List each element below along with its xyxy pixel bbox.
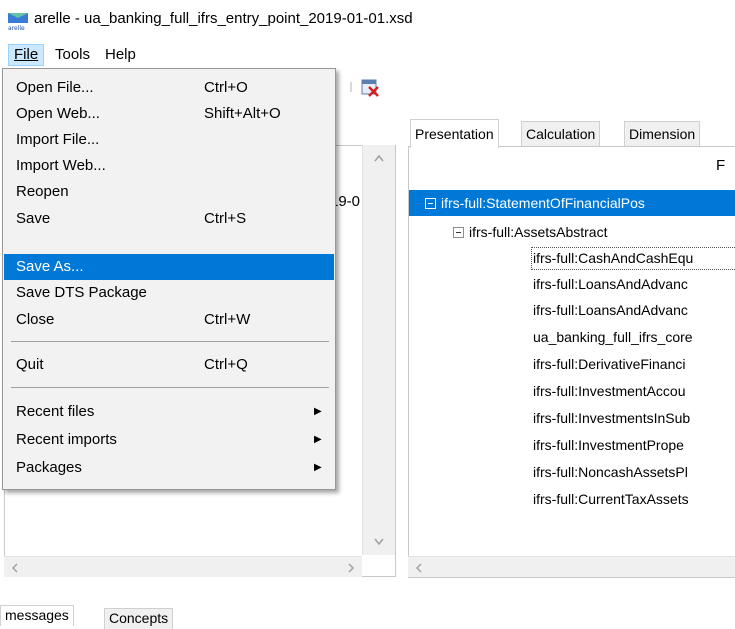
menu-item-shortcut: Ctrl+O — [204, 79, 248, 96]
tree-row-label: ifrs-full:InvestmentsInSub — [533, 410, 691, 426]
menu-item-reopen[interactable]: Reopen — [4, 179, 334, 205]
menu-item-open-file[interactable]: Open File... Ctrl+O — [4, 75, 334, 101]
tree-row-assets-abstract[interactable]: ifrs-full:AssetsAbstract — [409, 219, 735, 245]
tree-row[interactable]: ifrs-full:CurrentTaxAssets — [409, 486, 735, 512]
right-horizontal-scrollbar[interactable] — [408, 556, 735, 577]
menu-item-shortcut: Ctrl+Q — [204, 356, 248, 373]
menu-item-label: Recent files — [16, 403, 95, 420]
menu-item-import-web[interactable]: Import Web... — [4, 153, 334, 179]
menu-item-shortcut: Ctrl+S — [204, 210, 247, 227]
scroll-up-icon[interactable] — [373, 153, 385, 163]
tree-row[interactable]: ifrs-full:LoansAndAdvanc — [409, 271, 735, 297]
tab-presentation[interactable]: Presentation — [410, 119, 499, 148]
file-menu-dropdown: Open File... Ctrl+O Open Web... Shift+Al… — [2, 68, 336, 490]
tree-row[interactable]: ua_banking_full_ifrs_core — [409, 324, 735, 350]
collapse-icon[interactable] — [425, 198, 436, 209]
tree-row[interactable]: ifrs-full:InvestmentAccou — [409, 378, 735, 404]
tree-row-label: ua_banking_full_ifrs_core — [533, 329, 693, 345]
collapse-icon[interactable] — [453, 227, 464, 238]
tab-calculation-label: Calculation — [526, 126, 596, 142]
window-title: arelle - ua_banking_full_ifrs_entry_poin… — [34, 10, 413, 27]
tree-row-label: ifrs-full:CurrentTaxAssets — [533, 491, 689, 507]
menu-item-label: Save DTS Package — [16, 284, 147, 301]
tree-row-label: ifrs-full:InvestmentPrope — [533, 437, 684, 453]
menu-item-save-dts-package[interactable]: Save DTS Package — [4, 280, 334, 306]
menu-item-save[interactable]: Save Ctrl+S — [4, 206, 334, 232]
tab-dimension-label: Dimension — [629, 126, 696, 142]
tab-dimension[interactable]: Dimension — [624, 121, 701, 147]
tab-presentation-label: Presentation — [415, 126, 494, 142]
tree-row[interactable]: ifrs-full:InvestmentsInSub — [409, 405, 735, 431]
tree-row[interactable]: ifrs-full:CashAndCashEqu — [409, 245, 735, 271]
tree-row-label: ifrs-full:LoansAndAdvanc — [533, 276, 688, 292]
menu-tools-label: Tools — [55, 46, 91, 63]
menu-item-shortcut: Ctrl+W — [204, 311, 251, 328]
arelle-logo-icon: arelle — [8, 13, 28, 31]
tree-row-label: ifrs-full:CashAndCashEqu — [533, 250, 694, 266]
submenu-arrow-icon: ▶ — [314, 462, 322, 473]
menu-item-label: Quit — [16, 356, 44, 373]
submenu-arrow-icon: ▶ — [314, 434, 322, 445]
menu-item-label: Open Web... — [16, 105, 100, 122]
menu-item-label: Import Web... — [16, 157, 106, 174]
menu-help-label: Help — [105, 46, 136, 63]
logo-text: arelle — [8, 25, 25, 31]
menu-item-save-as[interactable]: Save As... — [4, 254, 334, 280]
menu-separator — [11, 341, 329, 342]
close-view-icon[interactable] — [360, 78, 380, 98]
menu-item-quit[interactable]: Quit Ctrl+Q — [4, 352, 334, 378]
left-horizontal-scrollbar[interactable] — [4, 556, 362, 577]
menu-item-open-web[interactable]: Open Web... Shift+Alt+O — [4, 101, 334, 127]
tree-row-statement-of-financial-position[interactable]: ifrs-full:StatementOfFinancialPos — [409, 190, 735, 216]
tab-concepts[interactable]: Concepts — [104, 608, 174, 629]
menu-item-label: Reopen — [16, 183, 69, 200]
tree-row[interactable]: ifrs-full:DerivativeFinanci — [409, 351, 735, 377]
left-vertical-scrollbar[interactable] — [362, 145, 395, 555]
menu-item-label: Open File... — [16, 79, 94, 96]
tree-row[interactable]: ifrs-full:LoansAndAdvanc — [409, 297, 735, 323]
menu-file[interactable]: File — [8, 44, 45, 66]
menu-help[interactable]: Help — [100, 44, 141, 66]
menu-item-label: Packages — [16, 459, 82, 476]
menu-item-recent-files[interactable]: Recent files ▶ — [4, 399, 334, 425]
tree-row-label: ifrs-full:DerivativeFinanci — [533, 356, 686, 372]
scroll-left-icon[interactable] — [10, 562, 20, 574]
scroll-left-icon[interactable] — [414, 562, 424, 574]
menu-file-label: File — [14, 46, 39, 63]
menu-item-close[interactable]: Close Ctrl+W — [4, 307, 334, 333]
toolbar-separator-icon — [350, 82, 352, 92]
tree-row[interactable]: ifrs-full:NoncashAssetsPl — [409, 459, 735, 485]
menu-separator — [11, 387, 329, 388]
menu-item-recent-imports[interactable]: Recent imports ▶ — [4, 427, 334, 453]
column-header: F — [716, 157, 726, 174]
tab-messages[interactable]: messages — [0, 605, 74, 626]
scroll-right-icon[interactable] — [346, 562, 356, 574]
menu-item-label: Save As... — [16, 258, 84, 275]
scroll-down-icon[interactable] — [373, 537, 385, 547]
submenu-arrow-icon: ▶ — [314, 406, 322, 417]
menu-item-label: Recent imports — [16, 431, 117, 448]
tree-row-label: ifrs-full:NoncashAssetsPl — [533, 464, 688, 480]
tree-row-label: ifrs-full:AssetsAbstract — [469, 224, 608, 240]
tree-row-label: ifrs-full:LoansAndAdvanc — [533, 302, 688, 318]
tree-row-label: ifrs-full:StatementOfFinancialPos — [441, 195, 645, 211]
title-bar: arelle arelle - ua_banking_full_ifrs_ent… — [0, 0, 735, 40]
tree-row-label: ifrs-full:InvestmentAccou — [533, 383, 686, 399]
tree-row[interactable]: ifrs-full:InvestmentPrope — [409, 432, 735, 458]
menu-item-label: Close — [16, 311, 55, 328]
menu-item-packages[interactable]: Packages ▶ — [4, 455, 334, 481]
menu-item-label: Save — [16, 210, 51, 227]
menu-item-shortcut: Shift+Alt+O — [204, 105, 281, 122]
tab-concepts-label: Concepts — [109, 610, 169, 626]
menu-tools[interactable]: Tools — [50, 44, 95, 66]
tab-messages-label: messages — [5, 607, 69, 623]
menu-item-import-file[interactable]: Import File... — [4, 127, 334, 153]
menu-item-label: Import File... — [16, 131, 100, 148]
tab-calculation[interactable]: Calculation — [521, 121, 601, 147]
